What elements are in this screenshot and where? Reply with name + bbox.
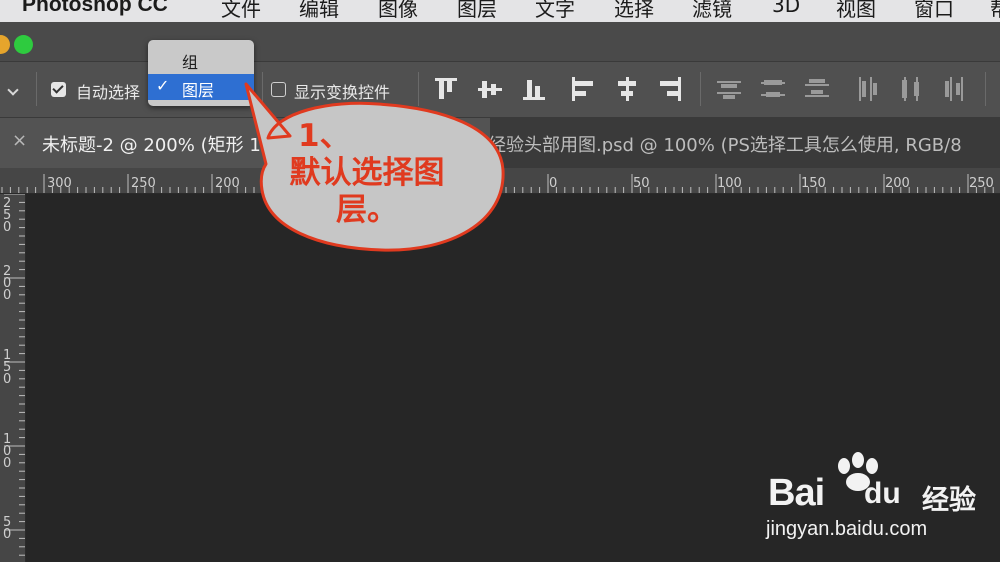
document-tab-bar: × 未标题-2 @ 200% (矩形 1 经验头部用图.psd @ 100% (… (0, 118, 1000, 168)
menu-type[interactable]: 文字 (535, 0, 575, 22)
system-menu-bar: Photoshop CC 文件 编辑 图像 图层 文字 选择 滤镜 3D 视图 … (0, 0, 1000, 22)
align-left-edges-icon[interactable] (570, 76, 596, 102)
ruler-label: 150 (3, 348, 12, 387)
align-vertical-centers-icon[interactable] (477, 76, 503, 102)
auto-select-label: 自动选择 (76, 83, 141, 102)
menu-help[interactable]: 帮 (990, 0, 1000, 22)
options-divider (36, 72, 37, 106)
menu-edit[interactable]: 编辑 (299, 0, 339, 22)
align-bottom-edges-icon[interactable] (521, 76, 547, 102)
menu-select[interactable]: 选择 (614, 0, 654, 22)
tool-preset-chevron-icon[interactable] (7, 84, 19, 96)
ruler-label: 0 (549, 176, 558, 191)
dropdown-option-label: 组 (182, 53, 199, 72)
menu-file[interactable]: 文件 (221, 0, 261, 22)
distribute-vertical-centers-icon[interactable] (760, 76, 786, 102)
callout-line: 层。 (336, 192, 398, 228)
baidu-jingyan-watermark: Bai du 经验 jingyan.baidu.com (762, 452, 992, 542)
align-right-edges-icon[interactable] (657, 76, 683, 102)
tab-experience-header-psd[interactable]: 经验头部用图.psd @ 100% (PS选择工具怎么使用, RGB/8 (488, 131, 962, 157)
distribute-bottom-icon[interactable] (804, 76, 830, 102)
watermark-url: jingyan.baidu.com (766, 518, 928, 540)
ruler-label: 100 (3, 432, 12, 471)
ruler-label: 200 (215, 176, 240, 191)
distribute-left-icon[interactable] (855, 76, 881, 102)
callout-line: 1、 (298, 118, 351, 154)
ruler-label: 50 (3, 515, 12, 542)
horizontal-ruler[interactable]: 300 250 200 0 50 100 150 200 250 (0, 168, 1000, 194)
menu-window[interactable]: 窗口 (914, 0, 954, 22)
options-divider (985, 72, 986, 106)
dropdown-option-label: 图层 (182, 81, 215, 100)
distribute-top-icon[interactable] (716, 76, 742, 102)
ruler-label: 300 (47, 176, 72, 191)
ruler-label: 150 (801, 176, 826, 191)
checkmark-icon: ✓ (156, 76, 170, 95)
menu-image[interactable]: 图像 (378, 0, 418, 22)
show-transform-controls-label: 显示变换控件 (294, 83, 391, 102)
menu-3d[interactable]: 3D (772, 0, 800, 17)
watermark-jingyan: 经验 (922, 485, 976, 516)
ruler-label: 200 (885, 176, 910, 191)
distribute-horizontal-centers-icon[interactable] (898, 76, 924, 102)
minimize-window-button[interactable] (0, 35, 10, 54)
menu-layer[interactable]: 图层 (457, 0, 497, 22)
ruler-label: 100 (717, 176, 742, 191)
callout-line: 默认选择图 (289, 155, 445, 191)
close-tab-icon[interactable]: × (12, 130, 27, 151)
watermark-du: du (864, 477, 901, 510)
menu-filter[interactable]: 滤镜 (692, 0, 732, 22)
zoom-window-button[interactable] (14, 35, 33, 54)
ruler-label: 250 (969, 176, 994, 191)
ruler-label: 200 (3, 264, 12, 303)
menu-view[interactable]: 视图 (836, 0, 876, 22)
dropdown-option-group[interactable]: 组 (148, 46, 254, 72)
vertical-ruler[interactable]: 250 200 150 100 50 (0, 194, 26, 562)
dropdown-option-layer[interactable]: ✓ 图层 (148, 74, 254, 100)
align-top-edges-icon[interactable] (433, 76, 459, 102)
ruler-label: 250 (131, 176, 156, 191)
options-divider (418, 72, 419, 106)
options-divider (262, 72, 263, 106)
options-divider (700, 72, 701, 106)
ruler-label: 250 (3, 196, 12, 235)
watermark-bai: Bai (768, 472, 825, 514)
distribute-right-icon[interactable] (942, 76, 968, 102)
ruler-label: 50 (633, 176, 650, 191)
callout-text: 1、 默认选择图 层。 (262, 118, 472, 229)
show-transform-controls-checkbox[interactable] (271, 82, 286, 97)
align-horizontal-centers-icon[interactable] (614, 76, 640, 102)
auto-select-checkbox[interactable] (51, 82, 66, 97)
tab-title: 未标题-2 @ 200% (矩形 1 (42, 135, 261, 156)
auto-select-target-dropdown[interactable]: 组 ✓ 图层 (148, 40, 254, 106)
menu-app-name[interactable]: Photoshop CC (22, 0, 168, 17)
